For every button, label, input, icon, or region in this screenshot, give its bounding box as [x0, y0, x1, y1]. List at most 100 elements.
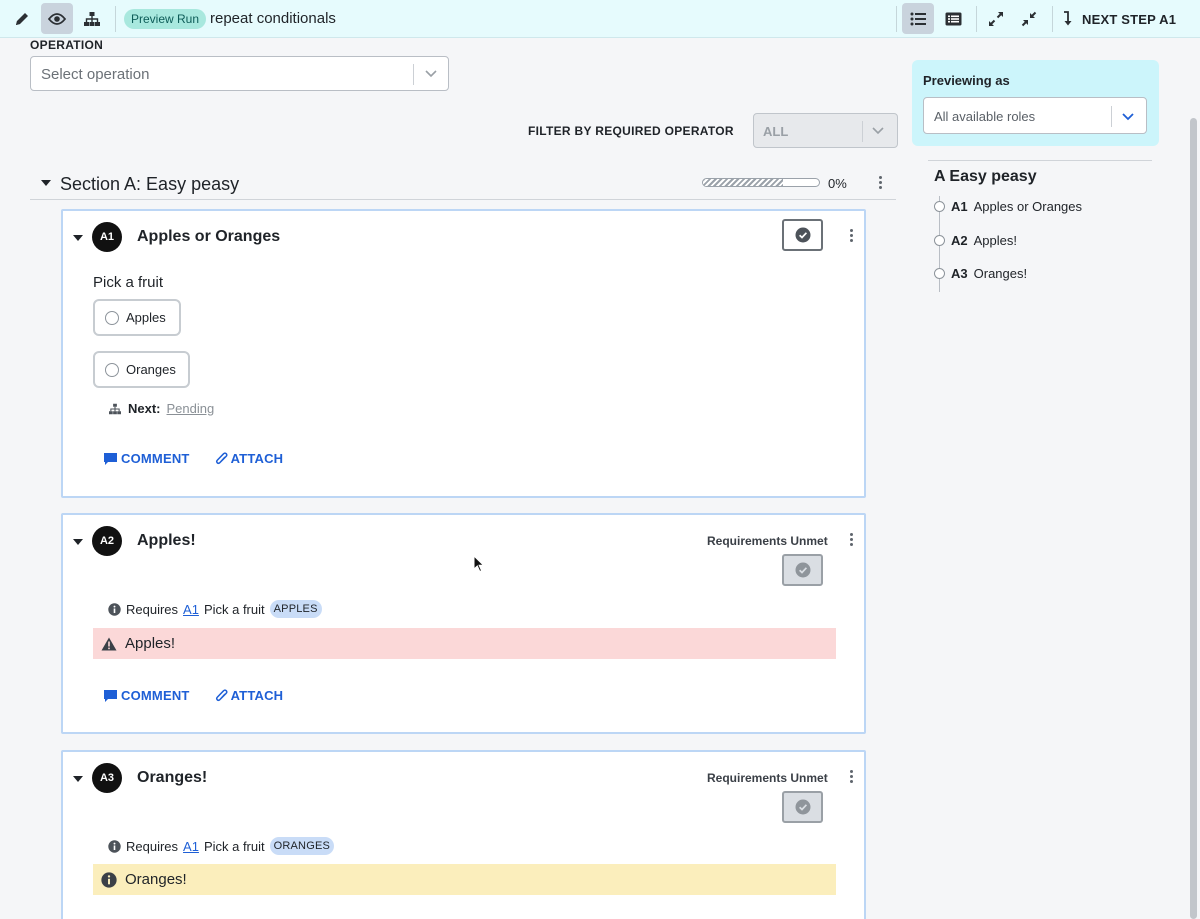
attach-button[interactable]: ATTACH: [215, 688, 284, 703]
caret-down-icon[interactable]: [73, 776, 83, 782]
toolbar-divider: [1052, 6, 1053, 32]
attach-label: ATTACH: [230, 688, 284, 703]
outline-step-id: A2: [951, 233, 968, 248]
alert-banner: Apples!: [93, 628, 836, 659]
step-dot-icon: [934, 268, 945, 279]
eye-icon: [48, 12, 66, 25]
outline-step-id: A1: [951, 199, 968, 214]
outline-item[interactable]: A1 Apples or Oranges: [934, 199, 1082, 214]
alert-banner: Oranges!: [93, 864, 836, 895]
requires-step-link[interactable]: A1: [183, 839, 199, 854]
outline-step-id: A3: [951, 266, 968, 281]
check-circle-icon: [795, 562, 810, 578]
operation-select[interactable]: Select operation: [30, 56, 449, 91]
comment-label: COMMENT: [121, 451, 190, 466]
step-menu-icon[interactable]: [850, 533, 854, 546]
chevron-down-icon: [872, 127, 884, 135]
operation-placeholder: Select operation: [41, 66, 150, 83]
expand-all-button[interactable]: [980, 3, 1012, 34]
procedure-outline: A Easy peasy A1 Apples or Oranges A2 App…: [928, 160, 1152, 292]
outline-item[interactable]: A3 Oranges!: [934, 266, 1027, 281]
step-prompt: Pick a fruit: [93, 274, 164, 291]
toolbar-divider: [896, 6, 897, 32]
outline-step-label: Apples or Oranges: [973, 199, 1083, 214]
step-number-badge: A2: [92, 526, 122, 556]
filter-label: FILTER BY REQUIRED OPERATOR: [528, 124, 734, 138]
chevron-down-icon: [425, 70, 437, 78]
attach-label: ATTACH: [230, 451, 284, 466]
attach-button[interactable]: ATTACH: [215, 451, 284, 466]
step-dot-icon: [934, 201, 945, 212]
edit-mode-button[interactable]: [6, 3, 38, 34]
step-menu-icon[interactable]: [850, 229, 854, 242]
outline-step-label: Oranges!: [973, 266, 1028, 281]
mouse-cursor-icon: [473, 555, 485, 573]
pencil-icon: [16, 12, 28, 25]
preview-run-badge: Preview Run: [124, 9, 207, 29]
requires-step-link[interactable]: A1: [183, 602, 199, 617]
sitemap-icon: [109, 403, 121, 414]
choice-oranges[interactable]: Oranges: [93, 351, 190, 388]
step-number-badge: A1: [92, 222, 122, 252]
info-icon: [108, 602, 121, 616]
toolbar-divider: [115, 6, 116, 32]
requires-label: Requires: [126, 838, 179, 854]
section-menu-icon[interactable]: [879, 176, 883, 189]
arrow-down-icon: [1064, 11, 1072, 26]
section-header: Section A: Easy peasy 0%: [30, 170, 896, 200]
requires-field: Pick a fruit: [203, 838, 265, 854]
outline-item[interactable]: A2 Apples!: [934, 233, 1017, 248]
section-title: Section A: Easy peasy: [60, 174, 240, 194]
next-step-button[interactable]: NEXT STEP A1: [1062, 7, 1176, 31]
previewing-as-label: Previewing as: [923, 73, 1010, 88]
step-actions: COMMENT ATTACH: [103, 688, 283, 703]
flow-view-button[interactable]: [76, 3, 108, 34]
step-complete-button[interactable]: [782, 791, 823, 823]
next-step-info: Next: Pending: [108, 401, 214, 416]
select-divider: [862, 121, 863, 142]
next-pending-link[interactable]: Pending: [167, 401, 215, 416]
step-menu-icon[interactable]: [850, 770, 854, 783]
preview-mode-button[interactable]: [41, 3, 73, 34]
role-select[interactable]: All available roles: [923, 97, 1147, 134]
step-number-badge: A3: [92, 763, 122, 793]
chevron-down-icon: [1122, 113, 1134, 121]
requires-value-pill: ORANGES: [269, 837, 335, 855]
comment-button[interactable]: COMMENT: [103, 451, 190, 466]
choice-apples[interactable]: Apples: [93, 299, 181, 336]
alert-text: Apples!: [125, 635, 176, 652]
select-divider: [1111, 106, 1112, 127]
comment-icon: [104, 452, 117, 465]
radio-icon: [105, 362, 119, 377]
requirement-line: Requires A1 Pick a fruit ORANGES: [108, 837, 335, 855]
step-dot-icon: [934, 235, 945, 246]
page-scrollbar[interactable]: [1190, 118, 1197, 919]
caret-down-icon[interactable]: [73, 235, 83, 241]
role-select-value: All available roles: [934, 109, 1036, 124]
operator-filter-select[interactable]: ALL: [753, 113, 898, 148]
step-card-a1: A1 Apples or Oranges Pick a fruit Apples…: [61, 209, 866, 498]
step-title: Apples or Oranges: [137, 228, 281, 245]
card-view-button[interactable]: [937, 3, 969, 34]
comment-button[interactable]: COMMENT: [103, 688, 190, 703]
card-view-icon: [945, 12, 961, 25]
section-progress-label: 0%: [828, 176, 847, 191]
step-complete-button[interactable]: [782, 554, 823, 586]
list-view-button[interactable]: [902, 3, 934, 34]
next-label: Next:: [128, 401, 161, 416]
comment-icon: [104, 689, 117, 702]
collapse-all-button[interactable]: [1013, 3, 1045, 34]
paperclip-icon: [215, 451, 228, 464]
caret-down-icon[interactable]: [41, 180, 51, 186]
caret-down-icon[interactable]: [73, 539, 83, 545]
collapse-icon: [1021, 11, 1037, 26]
next-step-label: NEXT STEP A1: [1082, 11, 1177, 27]
run-title: repeat conditionals: [210, 10, 336, 27]
radio-icon: [105, 310, 119, 325]
comment-label: COMMENT: [121, 688, 190, 703]
step-complete-button[interactable]: [782, 219, 823, 251]
warning-icon: [101, 637, 117, 650]
previewing-as-panel: Previewing as All available roles: [912, 60, 1159, 146]
outline-section-title[interactable]: A Easy peasy: [934, 168, 1037, 186]
info-icon: [101, 871, 117, 888]
